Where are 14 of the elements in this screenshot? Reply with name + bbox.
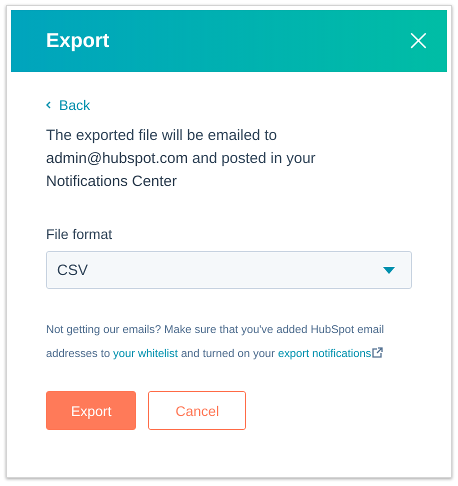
help-link[interactable]: export notifications (278, 348, 384, 360)
dialog-title: Export (46, 30, 110, 52)
export-message: The exported file will be emailed to admin@hubspot.com and posted in your Notifications Center (46, 126, 317, 192)
export-button[interactable]: Export (46, 391, 136, 430)
help-link[interactable]: your whitelist (113, 348, 178, 360)
field-label: File format (46, 226, 114, 242)
external-link-icon (372, 346, 384, 358)
file-format-dropdown[interactable]: CSV (46, 251, 412, 289)
back-link[interactable]: Back (46, 97, 90, 113)
cancel-button[interactable]: Cancel (148, 391, 246, 430)
chevron-left-icon (46, 101, 51, 109)
help-note: Not getting our emails? Make sure that you've added HubSpot email addresses to your whitelist and turned on your export notifications (46, 323, 385, 362)
caret-down-icon (383, 266, 395, 274)
close-button[interactable]: × (406, 26, 431, 56)
